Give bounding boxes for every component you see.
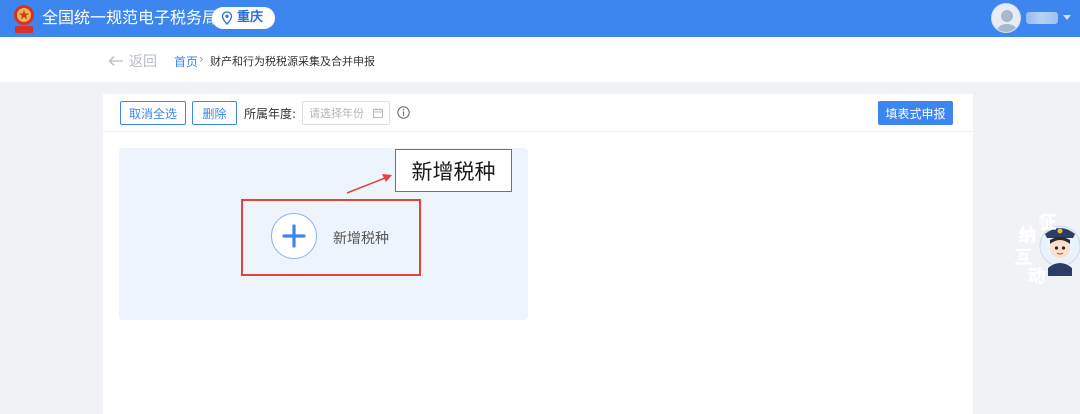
cancel-select-all-button[interactable]: 取消全选 bbox=[120, 101, 186, 125]
breadcrumb-home-link[interactable]: 首页 bbox=[174, 53, 198, 70]
widget-char-1: 征 bbox=[1039, 213, 1057, 234]
widget-char-4: 动 bbox=[1028, 267, 1046, 288]
fill-form-declare-button[interactable]: 填表式申报 bbox=[878, 101, 953, 125]
delete-button[interactable]: 删除 bbox=[192, 101, 237, 125]
user-avatar[interactable] bbox=[991, 3, 1021, 33]
user-silhouette-icon bbox=[997, 10, 1017, 32]
tax-emblem-icon bbox=[14, 5, 34, 33]
main-panel: 取消全选 删除 所属年度: 请选择年份 填表式申报 新增税种 bbox=[103, 94, 973, 414]
chevron-down-icon[interactable] bbox=[1063, 15, 1071, 20]
back-label: 返回 bbox=[129, 54, 157, 70]
calendar-icon bbox=[373, 108, 383, 118]
arrow-left-icon bbox=[108, 56, 123, 66]
user-name-blurred[interactable] bbox=[1026, 12, 1058, 24]
year-label: 所属年度: bbox=[244, 107, 297, 121]
info-icon[interactable] bbox=[397, 106, 410, 119]
location-pin-icon bbox=[221, 11, 233, 25]
annotation-highlight-box bbox=[241, 199, 421, 276]
region-selector[interactable]: 重庆 bbox=[212, 7, 275, 29]
annotation-callout-text: 新增税种 bbox=[411, 159, 496, 184]
region-name: 重庆 bbox=[237, 10, 264, 25]
top-bar: 全国统一规范电子税务局 重庆 bbox=[0, 0, 1080, 37]
site-title: 全国统一规范电子税务局 bbox=[42, 8, 219, 27]
interaction-assistant-widget[interactable]: 征 纳 互 动 bbox=[1008, 210, 1080, 288]
year-placeholder: 请选择年份 bbox=[309, 107, 364, 120]
annotation-callout: 新增税种 bbox=[395, 149, 512, 192]
breadcrumb-separator: › bbox=[199, 52, 204, 66]
breadcrumb-current: 财产和行为税税源采集及合并申报 bbox=[210, 55, 375, 68]
breadcrumb-bar: 返回 首页 › 财产和行为税税源采集及合并申报 bbox=[0, 37, 1080, 82]
back-button[interactable]: 返回 bbox=[108, 51, 157, 71]
annotation-arrow bbox=[346, 174, 392, 194]
year-picker-input[interactable]: 请选择年份 bbox=[302, 101, 390, 125]
toolbar-divider bbox=[103, 131, 973, 132]
